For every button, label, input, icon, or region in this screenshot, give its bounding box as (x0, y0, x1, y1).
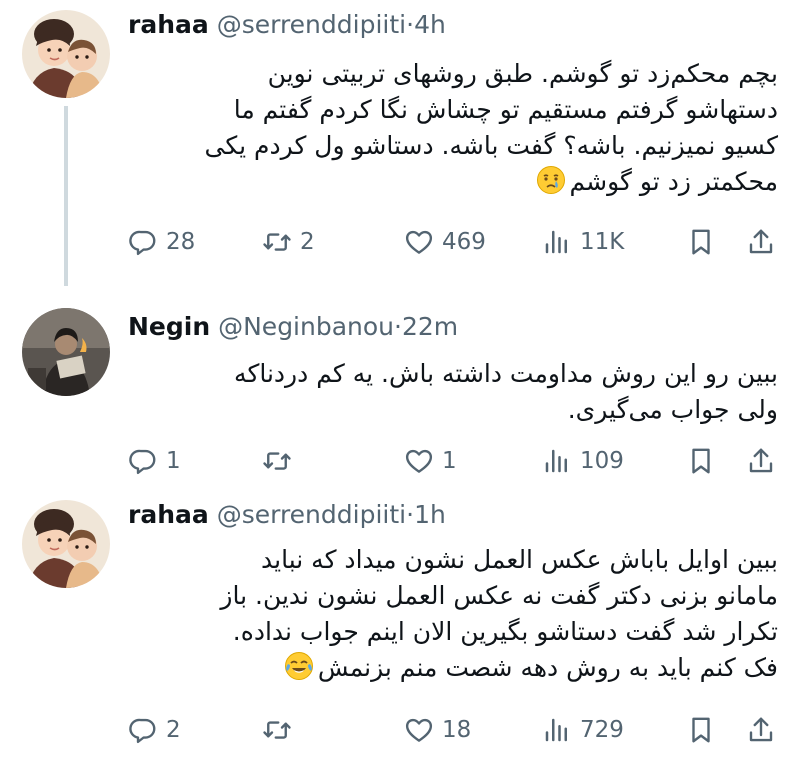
repost-icon (262, 715, 292, 745)
bookmark-icon (686, 227, 716, 257)
timestamp[interactable]: 1h (414, 500, 446, 529)
reply-button[interactable]: 1 (128, 441, 181, 481)
handle[interactable]: @serrenddipiiti (217, 10, 406, 39)
views-icon (542, 715, 572, 745)
like-button[interactable]: 1 (404, 441, 457, 481)
tears-of-joy-emoji-icon (284, 652, 313, 680)
view-count: 729 (580, 717, 624, 743)
tweet-text-line: ببین رو این روش مداومت داشته باش. یه کم … (234, 359, 778, 388)
view-count: 109 (580, 448, 624, 474)
action-bar: 2 18 729 (128, 710, 780, 750)
tweet-text-line: بچم محکم‌زد تو گوشم. طبق روشهای تربیتی ن… (267, 59, 778, 88)
crying-face-emoji-icon (536, 166, 565, 194)
bookmark-button[interactable] (686, 710, 716, 750)
views-button[interactable]: 11K (542, 222, 624, 262)
reply-button[interactable]: 28 (128, 222, 195, 262)
reply-button[interactable]: 2 (128, 710, 181, 750)
action-bar: 1 1 109 (128, 441, 780, 481)
views-button[interactable]: 729 (542, 710, 624, 750)
handle[interactable]: @serrenddipiiti (217, 500, 406, 529)
avatar[interactable] (22, 308, 110, 396)
repost-button[interactable]: 2 (262, 222, 315, 262)
tweet-text: ببین اوایل باباش عکس العمل نشون میداد که… (128, 542, 778, 686)
share-icon (746, 715, 776, 745)
tweet-text-line: فک کنم باید به روش دهه شصت منم بزنمش (317, 653, 778, 682)
tweet-text-line: کسیو نمیزنیم. باشه؟ گفت باشه. دستاشو ول … (204, 131, 779, 160)
tweet-text-line: مامانو بزنی دکتر گفت نه عکس العمل نشون ن… (220, 581, 778, 610)
action-bar: 28 2 469 11K (128, 222, 780, 262)
reply-icon (128, 715, 158, 745)
view-count: 11K (580, 229, 625, 255)
separator-dot: · (394, 312, 402, 341)
display-name[interactable]: rahaa (128, 500, 209, 529)
handle[interactable]: @Neginbanou (218, 312, 394, 341)
repost-icon (262, 227, 292, 257)
tweet-text-line: تکرار شد گفت دستاشو بگیرین الان اینم جوا… (232, 617, 778, 646)
bookmark-button[interactable] (686, 441, 716, 481)
tweet-1[interactable]: rahaa @serrenddipiiti·4h بچم محکم‌زد تو … (0, 0, 800, 286)
tweet-text-line: محکمتر زد تو گوشم (569, 167, 778, 196)
like-count: 469 (442, 229, 486, 255)
views-icon (542, 227, 572, 257)
tweet-text-line: دستهاشو گرفتم مستقیم تو چشاش نگا کردم گف… (233, 95, 778, 124)
tweet-text-line-with-emoji: محکمتر زد تو گوشم (128, 164, 778, 200)
reply-icon (128, 446, 158, 476)
tweet-text-line-with-emoji: فک کنم باید به روش دهه شصت منم بزنمش (128, 650, 778, 686)
display-name[interactable]: rahaa (128, 10, 209, 39)
timestamp[interactable]: 4h (414, 10, 446, 39)
share-button[interactable] (746, 710, 776, 750)
repost-icon (262, 446, 292, 476)
separator-dot: · (406, 10, 415, 39)
repost-button[interactable] (262, 710, 300, 750)
tweet-2[interactable]: Negin @Neginbanou·22m ببین رو این روش مد… (0, 290, 800, 490)
heart-icon (404, 715, 434, 745)
views-button[interactable]: 109 (542, 441, 624, 481)
share-button[interactable] (746, 222, 776, 262)
heart-icon (404, 227, 434, 257)
share-icon (746, 446, 776, 476)
timestamp[interactable]: 22m (402, 312, 458, 341)
tweet-3[interactable]: rahaa @serrenddipiiti·1h ببین اوایل بابا… (0, 490, 800, 765)
repost-button[interactable] (262, 441, 300, 481)
reply-count: 28 (166, 229, 196, 255)
heart-icon (404, 446, 434, 476)
bookmark-icon (686, 446, 716, 476)
like-count: 18 (442, 717, 472, 743)
like-button[interactable]: 469 (404, 222, 486, 262)
tweet-header: rahaa @serrenddipiiti·4h (128, 10, 446, 39)
share-icon (746, 227, 776, 257)
avatar[interactable] (22, 500, 110, 588)
separator-dot: · (406, 500, 415, 529)
reply-count: 2 (166, 717, 181, 743)
bookmark-icon (686, 715, 716, 745)
tweet-header: Negin @Neginbanou·22m (128, 312, 458, 341)
repost-count: 2 (300, 229, 315, 255)
avatar[interactable] (22, 10, 110, 98)
reply-count: 1 (166, 448, 181, 474)
share-button[interactable] (746, 441, 776, 481)
display-name[interactable]: Negin (128, 312, 210, 341)
views-icon (542, 446, 572, 476)
bookmark-button[interactable] (686, 222, 716, 262)
like-count: 1 (442, 448, 457, 474)
tweet-text-line: ببین اوایل باباش عکس العمل نشون میداد که… (261, 545, 778, 574)
thread-connector-line (64, 106, 68, 286)
tweet-text: بچم محکم‌زد تو گوشم. طبق روشهای تربیتی ن… (128, 56, 779, 200)
like-button[interactable]: 18 (404, 710, 471, 750)
tweet-text-line: ولی جواب می‌گیری. (567, 395, 778, 424)
reply-icon (128, 227, 158, 257)
tweet-text: ببین رو این روش مداومت داشته باش. یه کم … (128, 356, 778, 428)
tweet-header: rahaa @serrenddipiiti·1h (128, 500, 446, 529)
